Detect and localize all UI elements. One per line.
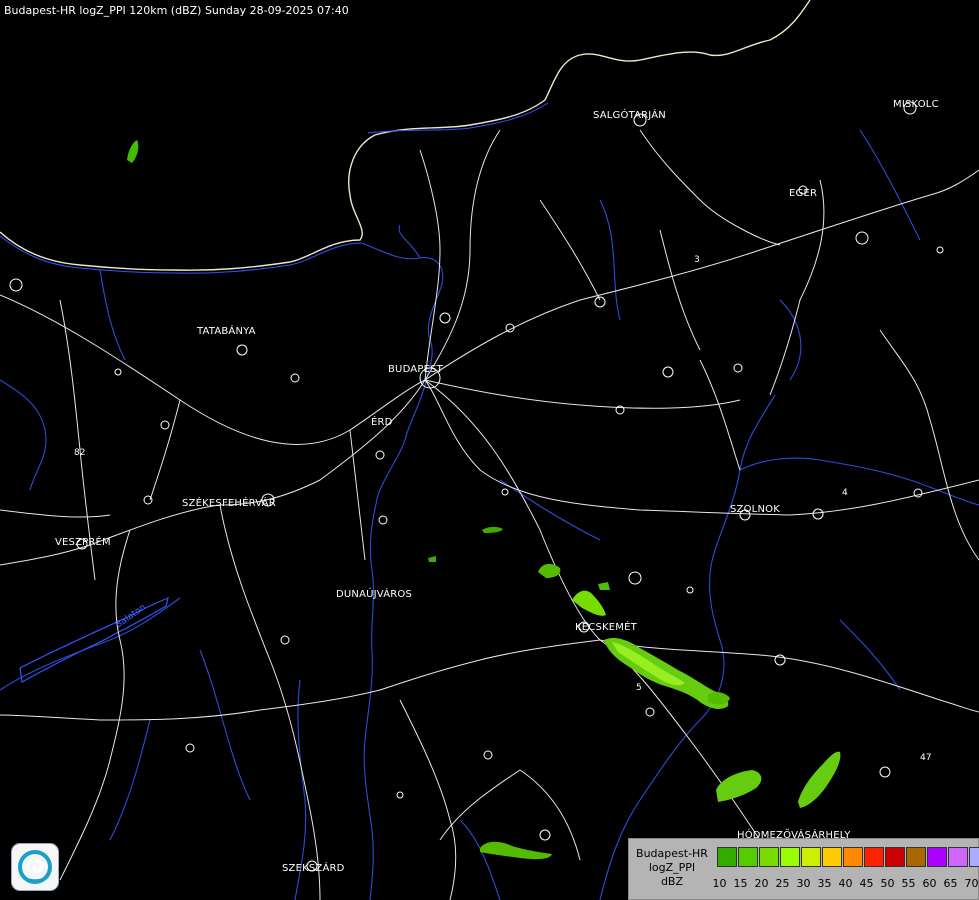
legend-tick-50: 50 xyxy=(880,877,895,890)
legend-radar-name: Budapest-HR xyxy=(636,847,708,860)
legend-product-name: logZ_PPI xyxy=(648,861,696,874)
echo-south xyxy=(480,841,552,860)
radar-title: Budapest-HR logZ_PPI 120km (dBZ) Sunday … xyxy=(4,4,349,17)
city-label-szekesfehervar: SZÉKESFEHÉRVÁR xyxy=(182,498,276,509)
city-label-budapest: BUDAPEST xyxy=(388,364,443,375)
border-blue xyxy=(0,102,549,274)
legend-swatch-2 xyxy=(759,847,779,867)
legend-caption: Budapest-HR logZ_PPI dBZ xyxy=(631,847,713,889)
legend-tick-70: 70 xyxy=(964,877,979,890)
legend-tick-40: 40 xyxy=(838,877,853,890)
road-47-label: 47 xyxy=(920,753,931,763)
legend-swatch-11 xyxy=(948,847,968,867)
legend-tick-20: 20 xyxy=(754,877,769,890)
legend-tick-60: 60 xyxy=(922,877,937,890)
radar-map: 82 3 4 5 47 Balaton xyxy=(0,0,979,900)
legend-swatch-12 xyxy=(969,847,979,867)
legend-tick-55: 55 xyxy=(901,877,916,890)
legend-swatch-3 xyxy=(780,847,800,867)
legend-unit: dBZ xyxy=(660,875,684,888)
city-label-kecskemet: KECSKEMÉT xyxy=(575,622,637,633)
city-label-tatabanya: TATABÁNYA xyxy=(197,326,256,337)
legend-swatch-0 xyxy=(717,847,737,867)
echo-center xyxy=(538,563,561,578)
legend-tick-35: 35 xyxy=(817,877,832,890)
town-outlines xyxy=(9,101,944,872)
legend-swatch-8 xyxy=(885,847,905,867)
rivers xyxy=(0,129,979,900)
legend-swatch-5 xyxy=(822,847,842,867)
legend-swatch-9 xyxy=(906,847,926,867)
city-label-dunaujvaros: DUNAÚJVÁROS xyxy=(336,589,413,600)
echo-hodmezo-2 xyxy=(798,751,841,808)
echo-kecskemet-n xyxy=(572,590,606,616)
legend-swatch-1 xyxy=(738,847,758,867)
legend-tick-labels: 10 15 20 25 30 35 40 45 50 55 60 65 70 xyxy=(709,877,979,890)
legend-tick-25: 25 xyxy=(775,877,790,890)
city-label-szolnok: SZOLNOK xyxy=(730,504,780,515)
legend-tick-45: 45 xyxy=(859,877,874,890)
country-border xyxy=(0,0,811,271)
echo-small-1 xyxy=(482,526,503,533)
city-label-szekszard: SZEKSZÁRD xyxy=(282,863,345,874)
legend-swatch-6 xyxy=(843,847,863,867)
road-4-label: 4 xyxy=(842,488,848,498)
legend-color-scale xyxy=(717,847,979,867)
city-label-miskolc: MISKOLC xyxy=(893,99,939,110)
dbz-legend: Budapest-HR logZ_PPI dBZ 10 15 20 25 30 35 40 4… xyxy=(628,838,979,900)
city-label-salgotarjan: SALGÓTARJÁN xyxy=(593,110,666,121)
echo-nw xyxy=(127,140,139,163)
city-label-veszprem: VESZPRÉM xyxy=(55,537,111,548)
legend-swatch-7 xyxy=(864,847,884,867)
legend-swatch-4 xyxy=(801,847,821,867)
road-5-label: 5 xyxy=(636,683,642,693)
legend-tick-15: 15 xyxy=(733,877,748,890)
city-label-erd: ÉRD xyxy=(371,417,393,428)
city-label-eger: EGER xyxy=(789,188,818,199)
legend-swatch-10 xyxy=(927,847,947,867)
echo-small-3 xyxy=(598,582,610,590)
met-service-logo-icon xyxy=(11,843,59,891)
echo-small-2 xyxy=(428,556,436,562)
road-82-label: 82 xyxy=(74,448,85,458)
echo-hodmezo-1 xyxy=(716,770,762,802)
legend-tick-65: 65 xyxy=(943,877,958,890)
legend-tick-10: 10 xyxy=(712,877,727,890)
roads xyxy=(0,129,979,900)
legend-tick-30: 30 xyxy=(796,877,811,890)
road-3-label: 3 xyxy=(694,255,700,265)
